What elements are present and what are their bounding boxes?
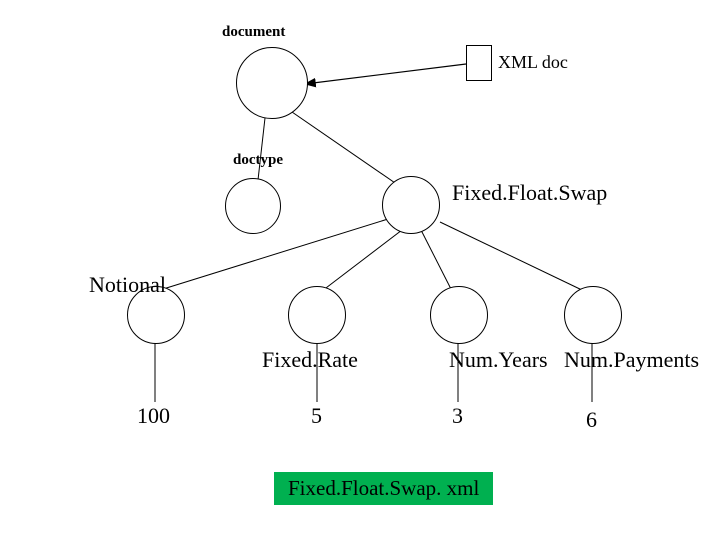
node-fixedrate-label: Fixed.Rate <box>262 347 358 373</box>
node-numyears-label: Num.Years <box>449 347 548 373</box>
node-notional-label: Notional <box>89 272 166 298</box>
node-document <box>236 47 308 119</box>
node-numpayments-label: Num.Payments <box>564 347 699 373</box>
value-fixedrate: 5 <box>311 403 322 429</box>
value-numyears: 3 <box>452 403 463 429</box>
node-doctype <box>225 178 281 234</box>
xml-doc-label: XML doc <box>498 52 568 73</box>
node-numyears <box>430 286 488 344</box>
node-fixedrate <box>288 286 346 344</box>
value-notional: 100 <box>137 403 170 429</box>
diagram-edges <box>0 0 720 540</box>
xml-doc-box <box>466 45 492 81</box>
node-numpayments <box>564 286 622 344</box>
node-document-label: document <box>222 24 285 41</box>
node-root <box>382 176 440 234</box>
value-numpayments: 6 <box>586 407 597 433</box>
node-root-label: Fixed.Float.Swap <box>452 180 607 206</box>
diagram-caption: Fixed.Float.Swap. xml <box>274 472 493 505</box>
node-doctype-label: doctype <box>233 152 283 169</box>
